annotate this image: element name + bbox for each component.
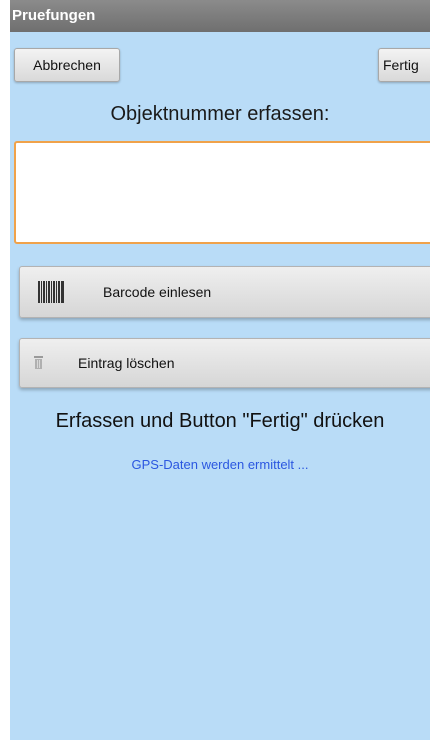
app-screen: Pruefungen Abbrechen Fertig Objektnummer… — [10, 0, 430, 740]
done-button[interactable]: Fertig — [378, 48, 430, 82]
window-title: Pruefungen — [10, 0, 430, 32]
scan-barcode-button[interactable]: Barcode einlesen — [19, 266, 430, 318]
page-title: Objektnummer erfassen: — [110, 103, 330, 125]
scan-barcode-label: Barcode einlesen — [103, 284, 212, 300]
trash-icon — [34, 356, 43, 369]
delete-entry-label: Eintrag löschen — [78, 355, 175, 371]
gps-status-text: GPS-Daten werden ermittelt ... — [131, 457, 309, 472]
delete-entry-button[interactable]: Eintrag löschen — [19, 338, 430, 388]
cancel-button[interactable]: Abbrechen — [14, 48, 120, 82]
barcode-icon — [38, 281, 64, 303]
object-number-input[interactable] — [14, 141, 430, 244]
instruction-text: Erfassen und Button "Fertig" drücken — [55, 410, 385, 432]
